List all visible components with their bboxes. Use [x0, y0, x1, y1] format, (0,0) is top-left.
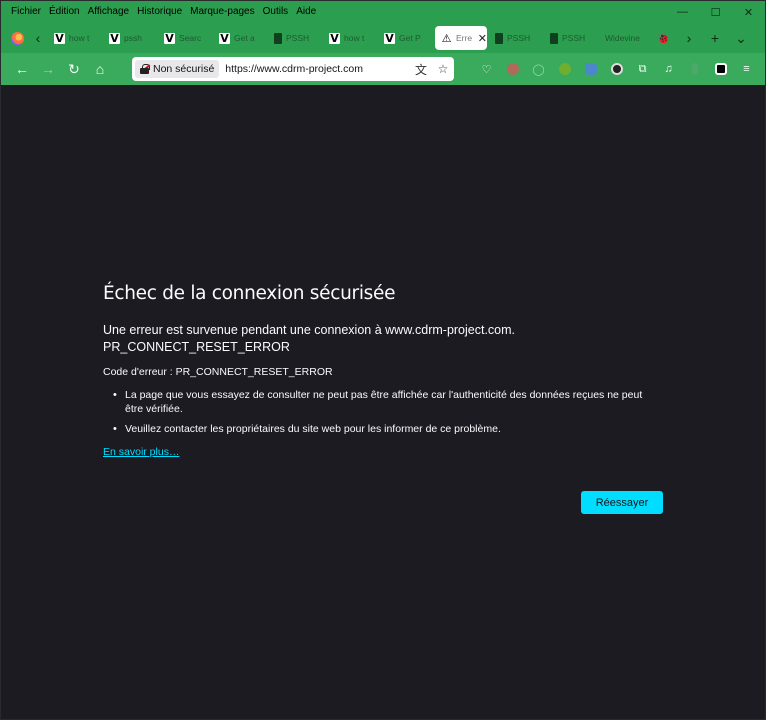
tab-label: Searc: [179, 33, 202, 43]
menu-edition[interactable]: Édition: [45, 1, 84, 23]
extension-globe-icon[interactable]: [553, 57, 576, 81]
tab-label: PSSH: [562, 33, 586, 43]
tab[interactable]: V Get a: [213, 26, 268, 50]
tab-label: Get a: [234, 33, 255, 43]
menu-aide[interactable]: Aide: [292, 1, 320, 23]
tab-label: Widevine: [605, 33, 640, 43]
extension-ring-icon[interactable]: ◯: [527, 57, 550, 81]
tab-bar: ‹ V how t V pssh V Searc V Get a PSSH V …: [1, 23, 765, 53]
error-code: Code d'erreur : PR_CONNECT_RESET_ERROR: [103, 366, 333, 378]
extension-avatar-icon[interactable]: [501, 57, 524, 81]
error-description: Une erreur est survenue pendant une conn…: [103, 322, 663, 356]
new-tab-button[interactable]: +: [702, 23, 728, 53]
url-bar-actions: 文 ☆: [414, 60, 450, 78]
tab[interactable]: PSSH: [489, 26, 544, 50]
close-window-button[interactable]: ✕: [732, 1, 765, 23]
extension-tampermonkey-icon[interactable]: [709, 57, 732, 81]
tab-scroll-left-button[interactable]: ‹: [28, 23, 48, 53]
tab-label: pssh: [124, 33, 142, 43]
tab[interactable]: V how t: [48, 26, 103, 50]
tab-label: Get P: [399, 33, 421, 43]
tab-label: PSSH: [507, 33, 531, 43]
error-bullet-list: La page que vous essayez de consulter ne…: [113, 388, 663, 436]
menu-bar: Fichier Édition Affichage Historique Mar…: [1, 1, 320, 23]
file-icon: [274, 32, 282, 44]
file-icon: [550, 32, 558, 44]
reload-button[interactable]: ↻: [61, 55, 87, 83]
url-input[interactable]: https://www.cdrm-project.com: [225, 63, 363, 75]
error-container: Échec de la connexion sécurisée Une erre…: [103, 283, 663, 460]
translate-icon[interactable]: 文: [414, 60, 428, 78]
tab[interactable]: PSSH: [268, 26, 323, 50]
extension-leaf-icon[interactable]: [683, 57, 706, 81]
menu-fichier[interactable]: Fichier: [7, 1, 45, 23]
home-button[interactable]: ⌂: [87, 55, 113, 83]
v-logo-icon: V: [54, 31, 65, 45]
firefox-logo-icon: [10, 31, 24, 45]
page-content: Échec de la connexion sécurisée Une erre…: [1, 85, 765, 719]
navigation-bar: ← → ↻ ⌂ Non sécurisé https://www.cdrm-pr…: [1, 53, 765, 85]
v-logo-icon: V: [109, 31, 120, 45]
app-menu-icon[interactable]: ≡: [735, 57, 758, 81]
menu-historique[interactable]: Historique: [133, 1, 186, 23]
bug-icon: 🐞: [656, 32, 671, 45]
tab[interactable]: Widevine: [599, 26, 654, 50]
error-bullet: La page que vous essayez de consulter ne…: [113, 388, 663, 416]
tab-scroll-right-button[interactable]: ›: [676, 23, 702, 53]
browser-window: Fichier Édition Affichage Historique Mar…: [0, 0, 766, 720]
v-logo-icon: V: [164, 31, 175, 45]
tab[interactable]: V Searc: [158, 26, 213, 50]
window-controls: — ☐ ✕: [666, 1, 765, 23]
learn-more-link[interactable]: En savoir plus…: [103, 446, 179, 458]
error-title: Échec de la connexion sécurisée: [103, 283, 396, 304]
firefox-view-button[interactable]: [6, 23, 28, 53]
menu-affichage[interactable]: Affichage: [84, 1, 134, 23]
forward-button[interactable]: →: [35, 55, 61, 83]
title-bar: Fichier Édition Affichage Historique Mar…: [1, 1, 765, 23]
menu-outils[interactable]: Outils: [259, 1, 293, 23]
maximize-button[interactable]: ☐: [699, 1, 732, 23]
v-logo-icon: V: [219, 31, 230, 45]
extension-screen-icon[interactable]: [579, 57, 602, 81]
insecure-lock-icon: [139, 64, 151, 74]
tab[interactable]: V Get P: [378, 26, 433, 50]
bookmark-star-icon[interactable]: ☆: [436, 60, 450, 78]
error-bullet: Veuillez contacter les propriétaires du …: [113, 422, 663, 436]
menu-marque-pages[interactable]: Marque-pages: [186, 1, 258, 23]
back-button[interactable]: ←: [9, 55, 35, 83]
tab-label: PSSH: [286, 33, 310, 43]
error-description-line2: PR_CONNECT_RESET_ERROR: [103, 340, 290, 354]
v-logo-icon: V: [384, 31, 395, 45]
security-label: Non sécurisé: [153, 63, 215, 75]
site-identity-button[interactable]: Non sécurisé: [135, 60, 220, 78]
v-logo-icon: V: [329, 31, 340, 45]
close-tab-icon[interactable]: ✕: [478, 32, 487, 45]
extensions-toolbar: ♡ ◯ ⧉ ♫ ≡: [475, 57, 758, 81]
url-bar[interactable]: Non sécurisé https://www.cdrm-project.co…: [132, 57, 454, 81]
tab-label: how t: [344, 33, 365, 43]
file-icon: [495, 32, 503, 44]
tab[interactable]: PSSH: [544, 26, 599, 50]
warning-icon: ⚠: [441, 32, 452, 45]
pocket-icon[interactable]: ♡: [475, 57, 498, 81]
tab[interactable]: V how t: [323, 26, 378, 50]
tab-label: how t: [69, 33, 90, 43]
tab[interactable]: V pssh: [103, 26, 158, 50]
tab-active[interactable]: ⚠ Erre ✕: [435, 26, 487, 50]
music-note-icon[interactable]: ♫: [657, 57, 680, 81]
tab[interactable]: 🐞: [654, 26, 676, 50]
tab-label: Erre: [456, 33, 472, 43]
extensions-puzzle-icon[interactable]: ⧉: [631, 57, 654, 81]
extension-ball-icon[interactable]: [605, 57, 628, 81]
retry-button[interactable]: Réessayer: [581, 491, 663, 514]
list-all-tabs-button[interactable]: ⌄: [728, 23, 754, 53]
error-description-line1: Une erreur est survenue pendant une conn…: [103, 323, 516, 337]
minimize-button[interactable]: —: [666, 1, 699, 23]
